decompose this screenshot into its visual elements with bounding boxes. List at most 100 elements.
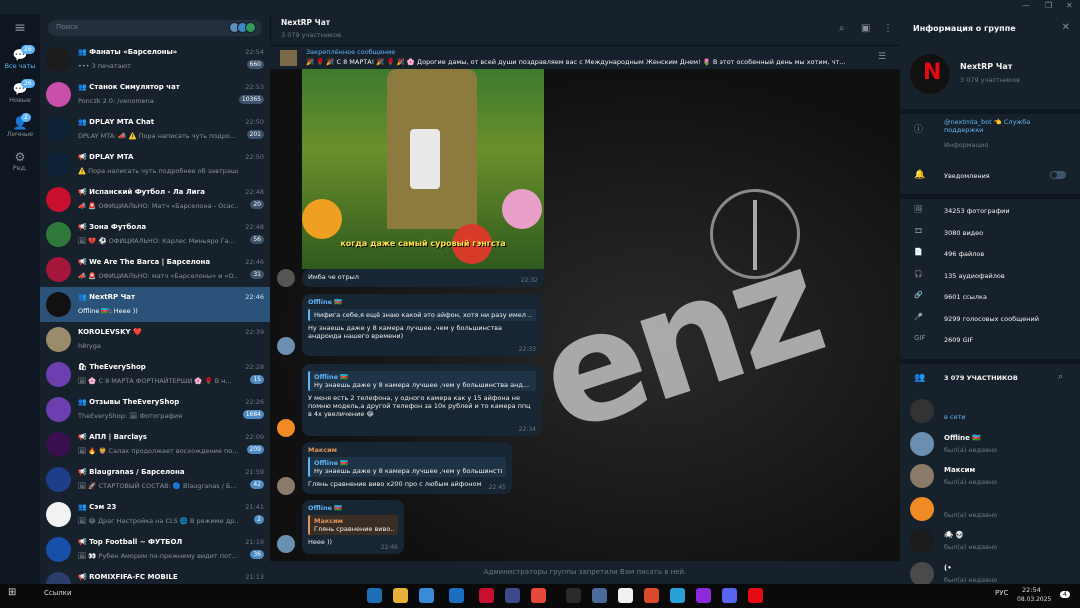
media-stat-row[interactable]: 3080 видео bbox=[944, 229, 983, 237]
member-item[interactable]: Offline 🇦🇿 был(а) недавно bbox=[910, 431, 1080, 458]
language-indicator[interactable]: РУС bbox=[995, 589, 1008, 597]
unread-count: 10365 bbox=[238, 95, 264, 104]
close-icon[interactable]: ✕ bbox=[1062, 22, 1070, 33]
chat-list-item[interactable]: 👥 Фанаты «Барселоны» 22:54 ••• 3 печатают 6… bbox=[40, 42, 270, 77]
avatar[interactable] bbox=[277, 269, 295, 287]
pinned-message[interactable]: Закреплённое сообщение 🎉 🌹 🎉 С 8 МАРТА! … bbox=[270, 45, 900, 69]
outlook-icon[interactable] bbox=[449, 588, 464, 603]
clock-date[interactable]: 08.03.2025 bbox=[1017, 596, 1051, 603]
search-icon[interactable]: ⌕ bbox=[1058, 372, 1063, 382]
folder-all-chats[interactable]: 💬 26 Все чаты bbox=[0, 44, 40, 78]
media-stat-row[interactable]: 496 файлов bbox=[944, 250, 984, 258]
media-stat-row[interactable]: 9299 голосовых сообщений bbox=[944, 315, 1039, 323]
avatar[interactable] bbox=[277, 477, 295, 495]
chat-preview: Ponczk 2.0: /venomena bbox=[78, 97, 154, 105]
photos-icon: 🖼 bbox=[914, 205, 923, 213]
notifications-toggle[interactable] bbox=[1050, 171, 1066, 179]
media-stat-row[interactable]: 2609 GIF bbox=[944, 336, 973, 344]
chat-preview: 🖼 🔥 🦁 Салах продолжает восхождение по... bbox=[78, 447, 238, 455]
app-icon[interactable] bbox=[592, 588, 607, 603]
chat-list-item[interactable]: 👥 Отзывы TheEveryShop 22:26 TheEveryShop: … bbox=[40, 392, 270, 427]
windows-start-icon[interactable]: ⊞ bbox=[8, 587, 16, 598]
maximize-button[interactable]: ❐ bbox=[1045, 1, 1052, 10]
windows-taskbar: ⊞ Ссылки РУС 22:54 08.03.2025 4 bbox=[0, 584, 1080, 608]
chat-list-item[interactable]: 📢 АПЛ | Barclays 22:09 🖼 🔥 🦁 Салах продолж… bbox=[40, 427, 270, 462]
chat-list-item[interactable]: 👥 NextRP Чат 22:46 Offline 🇦🇿: Неее )) bbox=[40, 287, 270, 322]
message-bubble[interactable]: Offline 🇦🇿 Ну знаешь даже у 8 камера луч… bbox=[302, 364, 542, 436]
member-item[interactable]: Максим был(а) недавно bbox=[910, 464, 1080, 490]
folder-personal[interactable]: 👤 2 Личные bbox=[0, 112, 40, 146]
member-item[interactable]: (• был(а) недавно bbox=[910, 561, 1080, 584]
group-description[interactable]: @nextmta_bot 👈 Служба поддержки bbox=[944, 118, 1069, 134]
app-icon[interactable] bbox=[644, 588, 659, 603]
chat-list-item[interactable]: 📢 Зона Футбола 22:48 🖼 💔 ⚽ ОФИЦИАЛЬНО: Кар… bbox=[40, 217, 270, 252]
clock-time[interactable]: 22:54 bbox=[1022, 586, 1041, 594]
chat-list-item[interactable]: 📢 We Are The Barca | Барселона 22:46 📣 🚨 О… bbox=[40, 252, 270, 287]
reply-quote[interactable]: Нифига себе,я ещё знаю какой это айфон, … bbox=[308, 309, 536, 321]
member-item[interactable]: 🕷 💀 был(а) недавно bbox=[910, 529, 1080, 555]
chat-header[interactable]: NextRP Чат 3 079 участников ⌕ ▣ ⋮ bbox=[270, 14, 900, 45]
minimize-button[interactable]: — bbox=[1022, 1, 1030, 10]
app-icon[interactable] bbox=[479, 588, 494, 603]
avatar[interactable] bbox=[277, 535, 295, 553]
member-item[interactable]: в сети bbox=[910, 399, 1080, 425]
reply-quote[interactable]: Offline 🇦🇿 Ну знаешь даже у 8 камера луч… bbox=[308, 457, 506, 477]
telegram-icon[interactable] bbox=[670, 588, 685, 603]
reply-author: Offline 🇦🇿 bbox=[314, 373, 349, 381]
reply-quote[interactable]: Максим Глянь сравнение виво... bbox=[308, 515, 398, 535]
netflix-icon[interactable] bbox=[748, 588, 763, 603]
reply-quote[interactable]: Offline 🇦🇿 Ну знаешь даже у 8 камера луч… bbox=[308, 371, 536, 391]
media-stat-row[interactable]: 34253 фотографии bbox=[944, 207, 1010, 215]
member-item[interactable]: был(а) недавно bbox=[910, 496, 1080, 523]
folder-new[interactable]: 💬 26 Новые bbox=[0, 78, 40, 112]
store-icon[interactable] bbox=[419, 588, 434, 603]
chrome-icon[interactable] bbox=[531, 588, 546, 603]
chat-list-item[interactable]: 👥 Сэм 23 21:41 🖼 😂 Драг Настройка на CLS 🌐… bbox=[40, 497, 270, 532]
more-icon[interactable]: ⋮ bbox=[883, 23, 893, 34]
taskbar-search[interactable]: Ссылки bbox=[44, 589, 72, 597]
message-media[interactable]: когда даже самый суровый гэнгста bbox=[302, 69, 544, 269]
discord-icon[interactable] bbox=[722, 588, 737, 603]
pinned-list-icon[interactable]: ☰ bbox=[878, 52, 886, 62]
folder-edit[interactable]: ⚙ Ред. bbox=[0, 146, 40, 180]
pinned-title: Закреплённое сообщение bbox=[306, 48, 396, 56]
app-icon[interactable] bbox=[505, 588, 520, 603]
search-input[interactable]: Поиск bbox=[48, 20, 262, 36]
chat-list-item[interactable]: 👥 DPLAY MTA Chat 22:50 DPLAY MTA: 📣 ⚠️ Пор… bbox=[40, 112, 270, 147]
message-bubble[interactable]: Максим Offline 🇦🇿 Ну знаешь даже у 8 кам… bbox=[302, 442, 512, 494]
search-icon[interactable]: ⌕ bbox=[839, 23, 845, 34]
app-icon[interactable] bbox=[696, 588, 711, 603]
chat-list-item[interactable]: KOROLEVSKY ❤️ 22:39 h8ryga bbox=[40, 322, 270, 357]
unread-count: 209 bbox=[246, 445, 264, 454]
edge-icon[interactable] bbox=[367, 588, 382, 603]
chat-list-item[interactable]: 📢 Испанский Футбол - Ла Лига 22:48 📣 🚨 ОФИ… bbox=[40, 182, 270, 217]
close-window-button[interactable]: ✕ bbox=[1066, 1, 1073, 10]
explorer-icon[interactable] bbox=[393, 588, 408, 603]
sidebar-toggle-icon[interactable]: ▣ bbox=[861, 23, 870, 34]
message-bubble[interactable]: Имба че отрыл 22:32 bbox=[302, 269, 544, 287]
media-stat-row[interactable]: 135 аудиофайлов bbox=[944, 272, 1005, 280]
yandex-icon[interactable] bbox=[618, 588, 633, 603]
gif-icon: GIF bbox=[914, 334, 926, 342]
chat-time: 22:53 bbox=[245, 83, 264, 91]
notifications-badge[interactable]: 4 bbox=[1060, 591, 1070, 598]
chat-list-item[interactable]: 📢 DPLAY MTA 22:50 ⚠️ Пора написать чуть по… bbox=[40, 147, 270, 182]
app-icon[interactable] bbox=[566, 588, 581, 603]
stories-icons[interactable] bbox=[229, 22, 256, 35]
folder-badge: 26 bbox=[21, 79, 35, 88]
avatar[interactable] bbox=[277, 419, 295, 437]
unread-count: 42 bbox=[250, 480, 264, 489]
chat-list-item[interactable]: 🛍 TheEveryShop 22:28 🖼 🌸 С 8 МАРТА ФОРТНАЙ… bbox=[40, 357, 270, 392]
message-bubble[interactable]: Offline 🇦🇿 Максим Глянь сравнение виво..… bbox=[302, 500, 404, 554]
chat-list-item[interactable]: 📢 Top Football ~ ФУТБОЛ 21:19 🖼 👀 Рубен Ам… bbox=[40, 532, 270, 567]
media-stat-row[interactable]: 9601 ссылка bbox=[944, 293, 987, 301]
chat-list-item[interactable]: 📢 Blaugranas / Барселона 21:59 🖼 🚀 СТАРТОВ… bbox=[40, 462, 270, 497]
chat-list-item[interactable]: 📢 ROMIXFIFA-FC MOBILE 21:13 bbox=[40, 567, 270, 584]
menu-icon[interactable]: ≡ bbox=[0, 14, 40, 44]
avatar[interactable] bbox=[277, 337, 295, 355]
unread-count: 1684 bbox=[242, 410, 264, 419]
message-text: Глянь сравнение виво х200 про с любым ай… bbox=[308, 480, 482, 488]
group-avatar[interactable] bbox=[910, 54, 950, 94]
chat-list-item[interactable]: 👥 Станок Симулятор чат 22:53 Ponczk 2.0: /… bbox=[40, 77, 270, 112]
message-bubble[interactable]: Offline 🇦🇿 Нифига себе,я ещё знаю какой … bbox=[302, 294, 542, 356]
